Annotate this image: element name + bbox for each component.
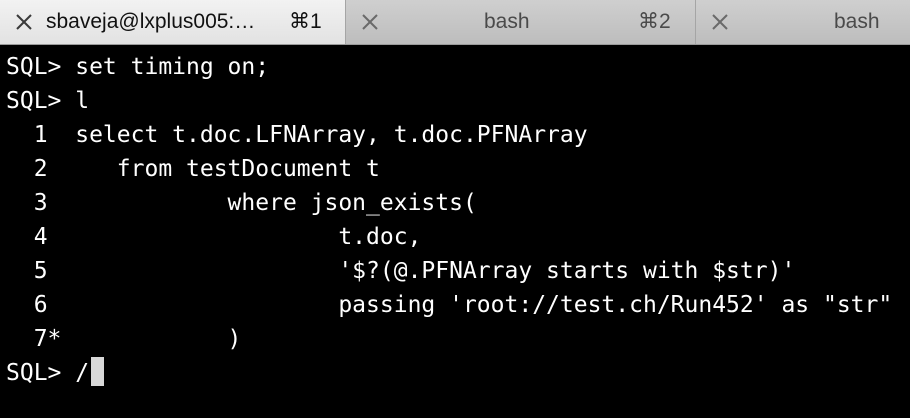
terminal-line: 3 where json_exists( xyxy=(6,190,477,216)
terminal-line: 1 select t.doc.LFNArray, t.doc.PFNArray xyxy=(6,122,588,148)
prompt-text: SQL> / xyxy=(6,360,90,386)
terminal-line: SQL> set timing on; xyxy=(6,54,270,80)
tab-bash-1[interactable]: bash ⌘2 xyxy=(346,0,696,44)
close-icon[interactable] xyxy=(14,12,34,32)
tab-sbaveja-lxplus005[interactable]: sbaveja@lxplus005:… ⌘1 xyxy=(0,0,346,44)
tab-bar: sbaveja@lxplus005:… ⌘1 bash ⌘2 bash xyxy=(0,0,910,45)
terminal-line: 5 '$?(@.PFNArray starts with $str)' xyxy=(6,258,796,284)
terminal-line: SQL> l xyxy=(6,88,90,114)
tab-shortcut: ⌘1 xyxy=(289,10,322,33)
terminal-line: 6 passing 'root://test.ch/Run452' as "st… xyxy=(6,292,893,318)
tab-bash-2[interactable]: bash xyxy=(696,0,910,44)
tab-title: bash xyxy=(834,10,880,33)
tab-title: sbaveja@lxplus005:… xyxy=(46,10,256,33)
prompt-line[interactable]: SQL> / xyxy=(6,356,105,390)
close-icon[interactable] xyxy=(710,12,730,32)
tab-title: bash xyxy=(484,10,530,33)
terminal-line: 7* ) xyxy=(6,326,242,352)
close-icon[interactable] xyxy=(360,12,380,32)
terminal-line: 2 from testDocument t xyxy=(6,156,380,182)
terminal-output[interactable]: SQL> set timing on; SQL> l 1 select t.do… xyxy=(0,45,910,418)
tab-shortcut: ⌘2 xyxy=(638,10,671,33)
text-cursor xyxy=(91,357,105,386)
terminal-window: sbaveja@lxplus005:… ⌘1 bash ⌘2 bash SQL>… xyxy=(0,0,910,418)
terminal-line: 4 t.doc, xyxy=(6,224,422,250)
